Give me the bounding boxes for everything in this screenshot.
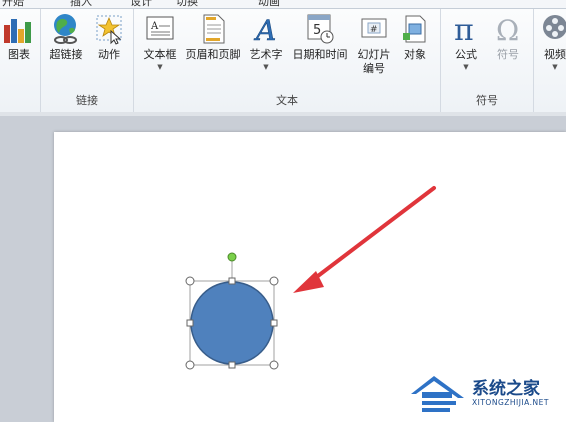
rotate-handle[interactable] — [227, 252, 237, 262]
watermark-url: XITONGZHIJIA.NET — [472, 398, 549, 407]
resize-handle-top-right[interactable] — [269, 276, 279, 286]
slide-overlay — [185, 186, 436, 370]
resize-handle-top-left[interactable] — [185, 276, 195, 286]
circle-shape[interactable] — [190, 281, 274, 365]
resize-handle-top[interactable] — [228, 277, 236, 285]
house-logo-icon — [411, 376, 464, 412]
watermark: 系统之家 XITONGZHIJIA.NET — [408, 372, 566, 422]
resize-handle-bottom-left[interactable] — [185, 360, 195, 370]
annotation-arrow — [293, 186, 436, 293]
resize-handle-bottom-right[interactable] — [269, 360, 279, 370]
resize-handle-left[interactable] — [186, 319, 194, 327]
resize-handle-right[interactable] — [270, 319, 278, 327]
resize-handle-bottom[interactable] — [228, 361, 236, 369]
watermark-title: 系统之家 — [472, 379, 540, 399]
